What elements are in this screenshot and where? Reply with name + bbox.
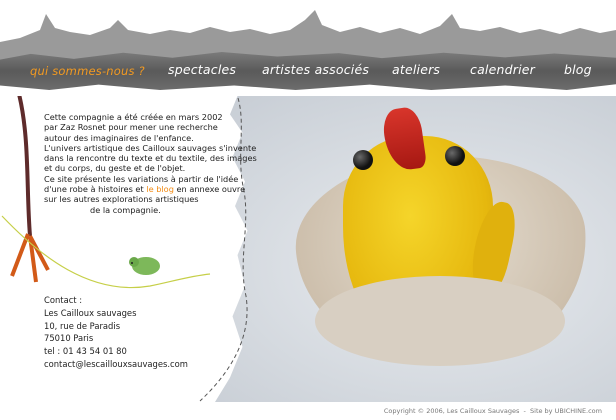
intro-line: par Zaz Rosnet pour mener une recherche (44, 122, 218, 133)
intro-line: autour des imaginaires de l'enfance. (44, 132, 194, 143)
chick-eye-right (445, 146, 465, 166)
contact-phone: tel : 01 43 54 01 80 (44, 346, 127, 357)
intro-line: L'univers artistique des Cailloux sauvag… (44, 142, 257, 153)
intro-line: dans la rencontre du texte et du textile… (44, 153, 257, 164)
nav-item-spectacles[interactable]: spectacles (168, 62, 236, 77)
contact-block: Contact : Les Cailloux sauvages 10, rue … (44, 294, 224, 371)
nest-rim (315, 276, 565, 366)
contact-email-link[interactable]: contact@lescaillouxsauvages.com (44, 358, 224, 371)
intro-line: de la compagnie. (90, 204, 161, 215)
nav-item-ateliers[interactable]: ateliers (392, 62, 440, 77)
intro-line-with-link: d'une robe à histoires et le blog en ann… (44, 184, 246, 195)
header-paper (0, 0, 616, 60)
nav-item-qui-sommes-nous[interactable]: qui sommes-nous ? (30, 64, 145, 78)
footer: Copyright © 2006, Les Cailloux Sauvages … (383, 407, 602, 415)
contact-city: 75010 Paris (44, 333, 94, 344)
intro-line: Cette compagnie a été créée en mars 2002 (44, 112, 223, 122)
intro-line: et du corps, du geste et de l'objet. (44, 163, 186, 174)
contact-heading: Contact : (44, 295, 83, 305)
copyright-text: Copyright © 2006, Les Cailloux Sauvages (383, 407, 520, 415)
contact-street: 10, rue de Paradis (44, 320, 121, 331)
contact-name: Les Cailloux sauvages (44, 307, 137, 318)
intro-text: Cette compagnie a été créée en mars 2002… (44, 112, 257, 215)
nav-item-artistes-associes[interactable]: artistes associés (262, 62, 369, 77)
intro-line: sur les autres explorations artistiques (44, 194, 199, 205)
intro-line-start: d'une robe à histoires et (44, 184, 144, 195)
blog-link[interactable]: le blog (146, 184, 174, 194)
nav-item-blog[interactable]: blog (564, 62, 592, 77)
intro-line-end: en annexe ouvre (176, 184, 246, 195)
site-credit-link[interactable]: Site by UBICHINE.com (530, 407, 602, 415)
chick-eye-left (353, 150, 373, 170)
nav-item-calendrier[interactable]: calendrier (470, 62, 535, 77)
torn-paper-decoration (0, 10, 616, 60)
intro-line: Ce site présente les variations à partir… (44, 173, 239, 184)
